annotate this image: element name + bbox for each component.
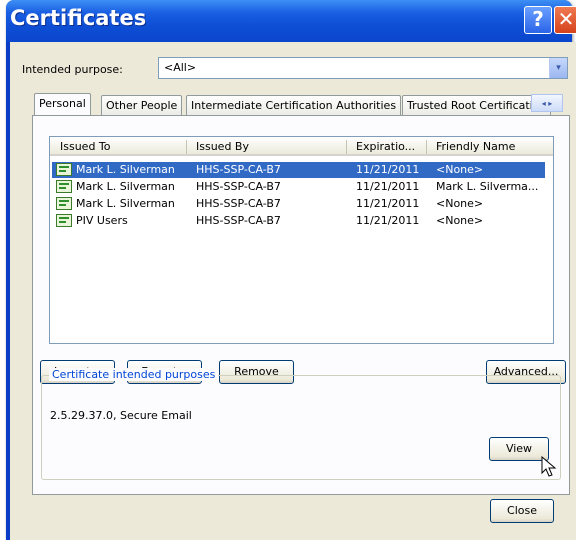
column-friendly-name[interactable]: Friendly Name: [436, 140, 515, 153]
expiration-cell: 11/21/2011: [356, 163, 420, 176]
title-bar[interactable]: Certificates ? ✕: [6, 0, 576, 42]
intended-purpose-value: <All>: [164, 61, 197, 74]
tab-trusted-root[interactable]: Trusted Root Certification: [402, 95, 552, 115]
certificate-list[interactable]: Issued To Issued By Expiratio... Friendl…: [49, 136, 554, 344]
certificate-row[interactable]: PIV Users HHS-SSP-CA-B7 11/21/2011 <None…: [52, 213, 545, 229]
issued-to-cell: PIV Users: [76, 214, 128, 227]
tab-scroll-arrows[interactable]: ◂ ▸: [531, 94, 563, 112]
issued-by-cell: HHS-SSP-CA-B7: [196, 197, 281, 210]
intended-purposes-title: Certificate intended purposes: [49, 368, 219, 381]
personal-tab-panel: Issued To Issued By Expiratio... Friendl…: [32, 115, 570, 495]
issued-by-cell: HHS-SSP-CA-B7: [196, 163, 281, 176]
tab-intermediate-ca[interactable]: Intermediate Certification Authorities: [186, 95, 402, 115]
issued-by-cell: HHS-SSP-CA-B7: [196, 180, 281, 193]
close-window-button[interactable]: ✕: [554, 6, 576, 34]
issued-to-cell: Mark L. Silverman: [76, 163, 175, 176]
expiration-cell: 11/21/2011: [356, 214, 420, 227]
tab-other-people[interactable]: Other People: [101, 95, 183, 115]
friendly-name-cell: <None>: [436, 163, 484, 176]
friendly-name-cell: <None>: [436, 214, 484, 227]
list-header: Issued To Issued By Expiratio... Friendl…: [50, 137, 553, 156]
view-button[interactable]: View: [489, 437, 549, 461]
dialog-title: Certificates: [10, 6, 147, 30]
certificates-dialog: Certificates ? ✕ Intended purpose: <All>…: [6, 0, 576, 540]
certificate-row[interactable]: Mark L. Silverman HHS-SSP-CA-B7 11/21/20…: [52, 179, 545, 195]
intended-purposes-value: 2.5.29.37.0, Secure Email: [50, 409, 192, 422]
intended-purpose-select[interactable]: <All> ▾: [158, 57, 568, 79]
issued-to-cell: Mark L. Silverman: [76, 197, 175, 210]
column-expiration[interactable]: Expiratio...: [356, 140, 415, 153]
tab-strip: Personal Other People Intermediate Certi…: [34, 93, 569, 115]
certificate-row[interactable]: Mark L. Silverman HHS-SSP-CA-B7 11/21/20…: [52, 196, 545, 212]
intended-purpose-label: Intended purpose:: [22, 63, 123, 76]
dialog-body: Intended purpose: <All> ▾ Personal Other…: [10, 42, 576, 540]
column-issued-by[interactable]: Issued By: [196, 140, 249, 153]
column-issued-to[interactable]: Issued To: [60, 140, 111, 153]
expiration-cell: 11/21/2011: [356, 180, 420, 193]
close-button[interactable]: Close: [490, 499, 554, 523]
tab-personal[interactable]: Personal: [34, 93, 91, 115]
intended-purposes-group: Certificate intended purposes 2.5.29.37.…: [41, 368, 561, 480]
friendly-name-cell: <None>: [436, 197, 484, 210]
expiration-cell: 11/21/2011: [356, 197, 420, 210]
mouse-cursor-icon: [541, 456, 557, 477]
issued-to-cell: Mark L. Silverman: [76, 180, 175, 193]
issued-by-cell: HHS-SSP-CA-B7: [196, 214, 281, 227]
certificate-row[interactable]: Mark L. Silverman HHS-SSP-CA-B7 11/21/20…: [52, 162, 545, 178]
certificate-icon: [56, 180, 72, 193]
certificate-icon: [56, 214, 72, 227]
chevron-down-icon[interactable]: ▾: [549, 58, 567, 78]
certificate-icon: [56, 197, 72, 210]
friendly-name-cell: Mark L. Silverma...: [436, 180, 539, 193]
certificate-icon: [56, 163, 72, 176]
help-button[interactable]: ?: [524, 6, 552, 34]
